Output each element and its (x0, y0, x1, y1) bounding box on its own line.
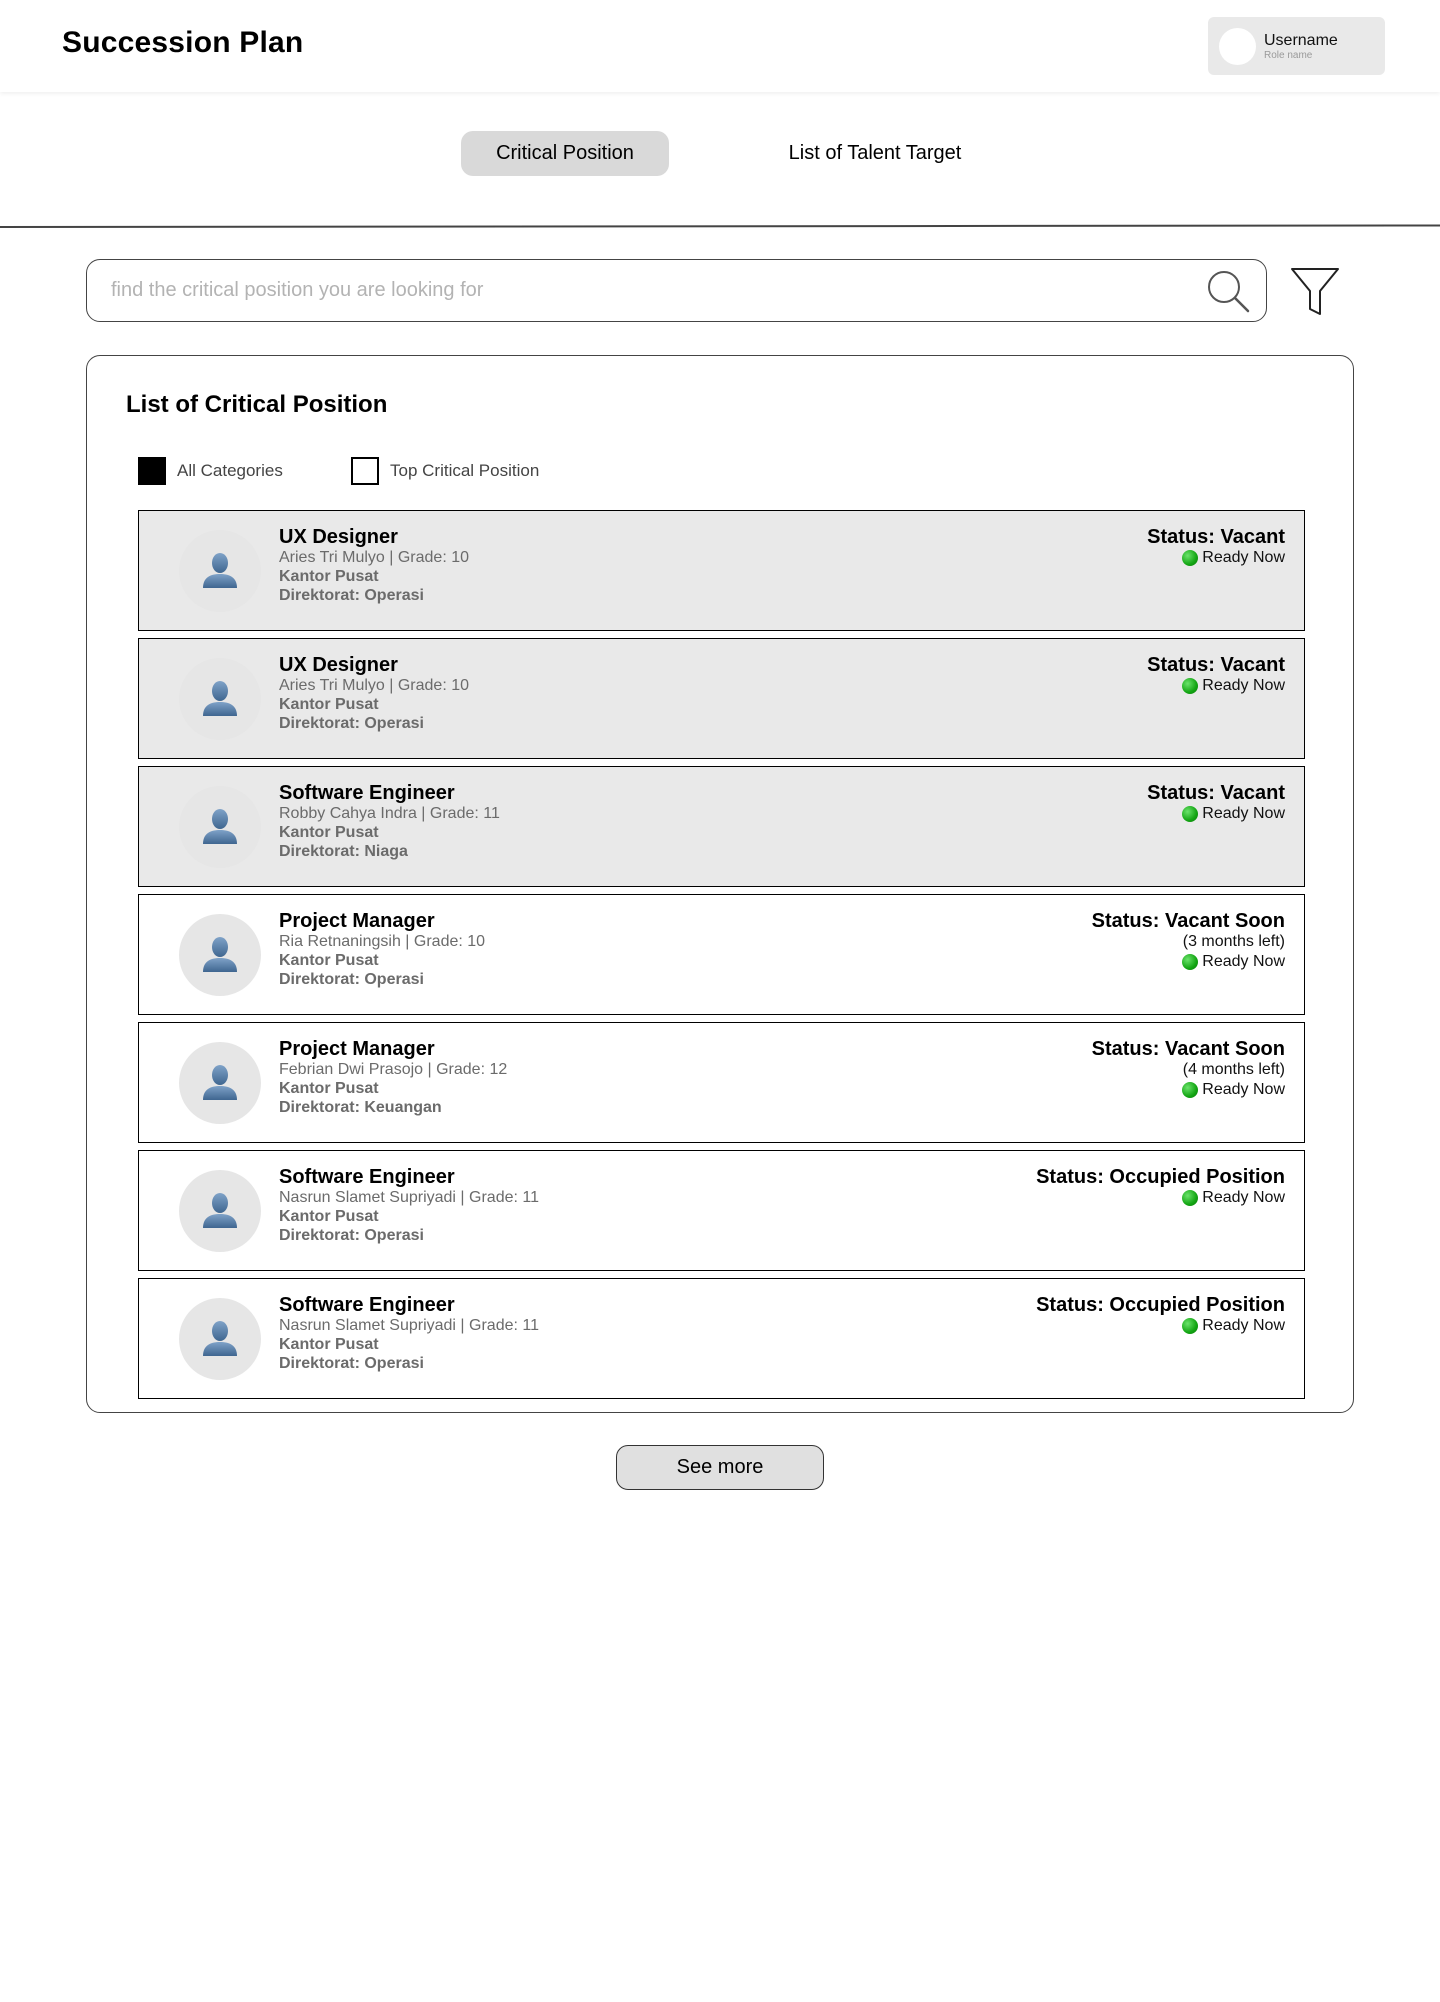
avatar (179, 1170, 261, 1252)
page-title: Succession Plan (62, 26, 304, 59)
position-card[interactable]: Project Manager Febrian Dwi Prasojo | Gra… (138, 1022, 1305, 1143)
readiness-label: Ready Now (1202, 1189, 1285, 1206)
status-dot-icon (1182, 954, 1199, 970)
incumbent-name-grade: Febrian Dwi Prasojo | Grade: 12 (279, 1061, 508, 1078)
office-location: Kantor Pusat (279, 696, 379, 713)
user-profile-chip[interactable]: Username Role name (1208, 17, 1385, 75)
position-status: Status: Occupied Position (1036, 1166, 1285, 1188)
avatar (1219, 28, 1256, 65)
readiness-indicator: Ready Now (1182, 677, 1285, 695)
readiness-indicator: Ready Now (1182, 1189, 1285, 1207)
directorate: Direktorat: Operasi (279, 587, 424, 604)
position-card[interactable]: UX Designer Aries Tri Mulyo | Grade: 10 Ka… (138, 638, 1305, 759)
position-status: Status: Vacant (1147, 654, 1285, 676)
search-bar (86, 259, 1267, 322)
position-title: Software Engineer (279, 1166, 455, 1188)
incumbent-name-grade: Robby Cahya Indra | Grade: 11 (279, 805, 500, 822)
readiness-label: Ready Now (1202, 549, 1285, 566)
filter-icon[interactable] (1290, 266, 1340, 318)
position-title: UX Designer (279, 526, 398, 548)
directorate: Direktorat: Niaga (279, 843, 408, 860)
top-critical-label: Top Critical Position (390, 461, 540, 480)
position-title: Project Manager (279, 1038, 435, 1060)
avatar (179, 914, 261, 996)
status-dot-icon (1182, 1082, 1199, 1098)
position-card[interactable]: Software Engineer Robby Cahya Indra | Gra… (138, 766, 1305, 887)
status-dot-icon (1182, 678, 1199, 694)
readiness-indicator: Ready Now (1182, 1317, 1285, 1335)
position-title: Project Manager (279, 910, 435, 932)
avatar (179, 1042, 261, 1124)
incumbent-name-grade: Aries Tri Mulyo | Grade: 10 (279, 677, 469, 694)
see-more-button[interactable]: See more (616, 1445, 824, 1490)
position-status: Status: Vacant (1147, 782, 1285, 804)
position-status: Status: Vacant Soon (1091, 910, 1285, 932)
readiness-indicator: Ready Now (1182, 953, 1285, 971)
panel-title: List of Critical Position (126, 391, 388, 418)
incumbent-name-grade: Nasrun Slamet Supriyadi | Grade: 11 (279, 1317, 539, 1334)
position-title: UX Designer (279, 654, 398, 676)
tab-critical-position[interactable]: Critical Position (461, 131, 669, 176)
top-critical-checkbox[interactable] (351, 457, 379, 485)
position-title: Software Engineer (279, 1294, 455, 1316)
status-dot-icon (1182, 806, 1199, 822)
user-name: Username (1264, 32, 1338, 49)
tab-talent-target[interactable]: List of Talent Target (770, 131, 980, 176)
position-card[interactable]: Software Engineer Nasrun Slamet Supriyadi… (138, 1150, 1305, 1271)
readiness-indicator: Ready Now (1182, 549, 1285, 567)
office-location: Kantor Pusat (279, 824, 379, 841)
office-location: Kantor Pusat (279, 1208, 379, 1225)
user-role: Role name (1264, 50, 1313, 61)
readiness-label: Ready Now (1202, 953, 1285, 970)
avatar (179, 530, 261, 612)
office-location: Kantor Pusat (279, 1080, 379, 1097)
vacancy-countdown: (4 months left) (1182, 1061, 1285, 1078)
readiness-indicator: Ready Now (1182, 1081, 1285, 1099)
position-status: Status: Vacant Soon (1091, 1038, 1285, 1060)
position-status: Status: Occupied Position (1036, 1294, 1285, 1316)
readiness-label: Ready Now (1202, 677, 1285, 694)
page: Succession Plan Username Role name Criti… (0, 0, 1440, 2002)
all-categories-checkbox[interactable] (138, 457, 166, 485)
search-input[interactable] (111, 260, 1171, 320)
avatar (179, 786, 261, 868)
status-dot-icon (1182, 1318, 1199, 1334)
directorate: Direktorat: Operasi (279, 715, 424, 732)
directorate: Direktorat: Operasi (279, 1355, 424, 1372)
status-dot-icon (1182, 1190, 1199, 1206)
vacancy-countdown: (3 months left) (1182, 933, 1285, 950)
position-card[interactable]: Software Engineer Nasrun Slamet Supriyadi… (138, 1278, 1305, 1399)
incumbent-name-grade: Aries Tri Mulyo | Grade: 10 (279, 549, 469, 566)
avatar (179, 1298, 261, 1380)
directorate: Direktorat: Operasi (279, 1227, 424, 1244)
incumbent-name-grade: Ria Retnaningsih | Grade: 10 (279, 933, 486, 950)
all-categories-label: All Categories (177, 461, 283, 480)
office-location: Kantor Pusat (279, 568, 379, 585)
avatar (179, 658, 261, 740)
office-location: Kantor Pusat (279, 1336, 379, 1353)
directorate: Direktorat: Keuangan (279, 1099, 442, 1116)
tab-divider (0, 224, 1440, 228)
search-icon[interactable] (1205, 268, 1251, 314)
position-card[interactable]: UX Designer Aries Tri Mulyo | Grade: 10 Ka… (138, 510, 1305, 631)
status-dot-icon (1182, 550, 1199, 566)
position-card[interactable]: Project Manager Ria Retnaningsih | Grade:… (138, 894, 1305, 1015)
readiness-label: Ready Now (1202, 1317, 1285, 1334)
readiness-label: Ready Now (1202, 1081, 1285, 1098)
readiness-indicator: Ready Now (1182, 805, 1285, 823)
position-title: Software Engineer (279, 782, 455, 804)
position-status: Status: Vacant (1147, 526, 1285, 548)
incumbent-name-grade: Nasrun Slamet Supriyadi | Grade: 11 (279, 1189, 539, 1206)
readiness-label: Ready Now (1202, 805, 1285, 822)
app-header: Succession Plan Username Role name (0, 0, 1440, 92)
critical-position-panel: List of Critical Position All Categories… (86, 355, 1354, 1413)
office-location: Kantor Pusat (279, 952, 379, 969)
directorate: Direktorat: Operasi (279, 971, 424, 988)
